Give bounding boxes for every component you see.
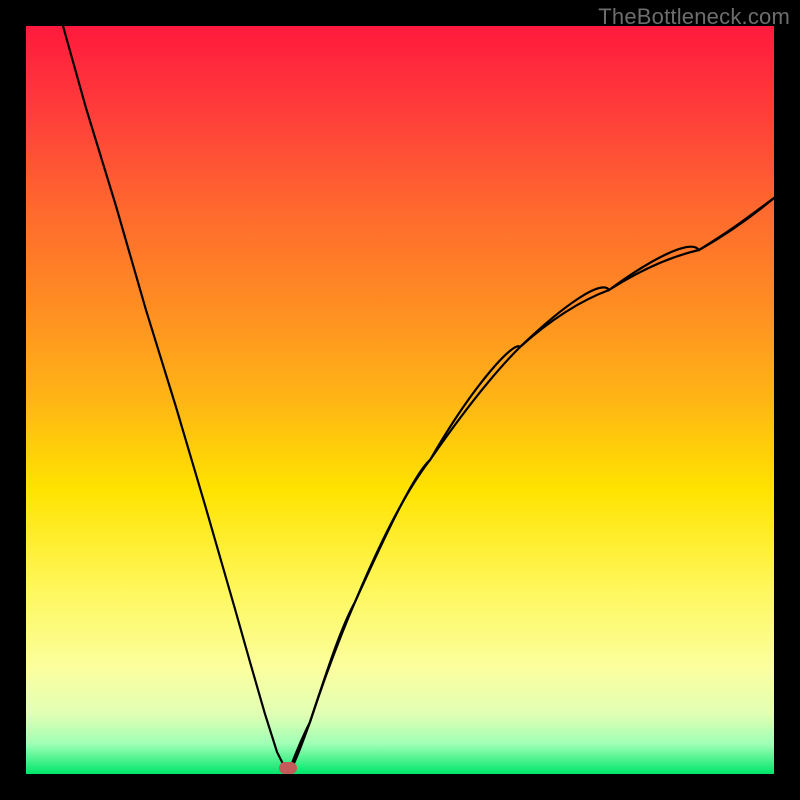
chart-frame: TheBottleneck.com xyxy=(0,0,800,800)
plot-area xyxy=(26,26,774,774)
min-marker xyxy=(279,762,297,774)
curve-left xyxy=(63,26,288,774)
curve-right-clean xyxy=(288,198,774,774)
bottleneck-curve xyxy=(26,26,774,774)
watermark-text: TheBottleneck.com xyxy=(598,4,790,30)
curve-right xyxy=(288,198,774,774)
